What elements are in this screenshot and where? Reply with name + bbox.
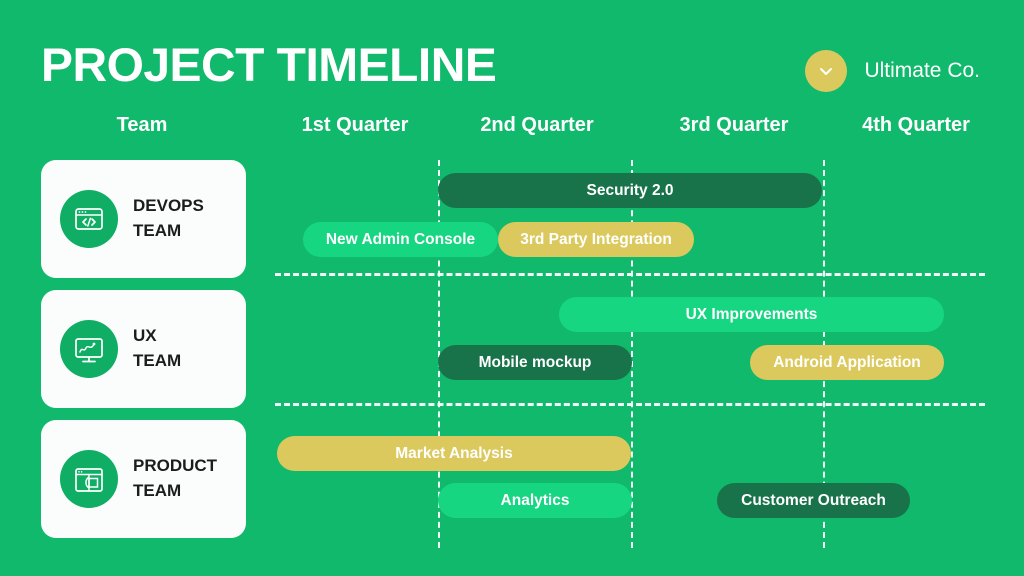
task-bar-mobile-mockup[interactable]: Mobile mockup <box>438 345 632 380</box>
brand-logo[interactable]: Ultimate Co. <box>805 50 980 92</box>
chevron-down-icon <box>805 50 848 92</box>
task-bar-android-application[interactable]: Android Application <box>750 345 944 380</box>
task-bar-3rd-party-integration[interactable]: 3rd Party Integration <box>498 222 694 257</box>
page-header: PROJECT TIMELINE Ultimate Co. <box>0 0 1024 108</box>
team-row-divider-2 <box>275 403 985 406</box>
quarter-divider-2 <box>631 160 633 548</box>
code-window-icon <box>60 190 118 248</box>
page-title: PROJECT TIMELINE <box>41 38 497 91</box>
team-label: PRODUCT TEAM <box>133 456 218 500</box>
quarter-header-row: Team 1st Quarter 2nd Quarter 3rd Quarter 4th… <box>0 114 1024 146</box>
task-bar-new-admin-console[interactable]: New Admin Console <box>303 222 498 257</box>
team-card-product[interactable]: PRODUCT TEAM <box>41 420 246 538</box>
task-bar-market-analysis[interactable]: Market Analysis <box>277 436 631 471</box>
monitor-chart-icon <box>60 320 118 378</box>
task-bar-customer-outreach[interactable]: Customer Outreach <box>717 483 910 518</box>
column-header-team: Team <box>116 114 168 136</box>
team-row-divider-1 <box>275 273 985 276</box>
task-bar-analytics[interactable]: Analytics <box>438 483 632 518</box>
team-label: UX TEAM <box>133 326 182 370</box>
brand-name: Ultimate Co. <box>864 59 980 82</box>
team-label: DEVOPS TEAM <box>133 196 204 240</box>
task-bar-security-2-0[interactable]: Security 2.0 <box>438 173 822 208</box>
column-header-2nd-quarter: 2nd Quarter <box>480 114 594 136</box>
team-card-devops[interactable]: DEVOPS TEAM <box>41 160 246 278</box>
design-layout-icon <box>60 450 118 508</box>
team-card-ux[interactable]: UX TEAM <box>41 290 246 408</box>
task-bar-ux-improvements[interactable]: UX Improvements <box>559 297 944 332</box>
column-header-4th-quarter: 4th Quarter <box>862 114 970 136</box>
